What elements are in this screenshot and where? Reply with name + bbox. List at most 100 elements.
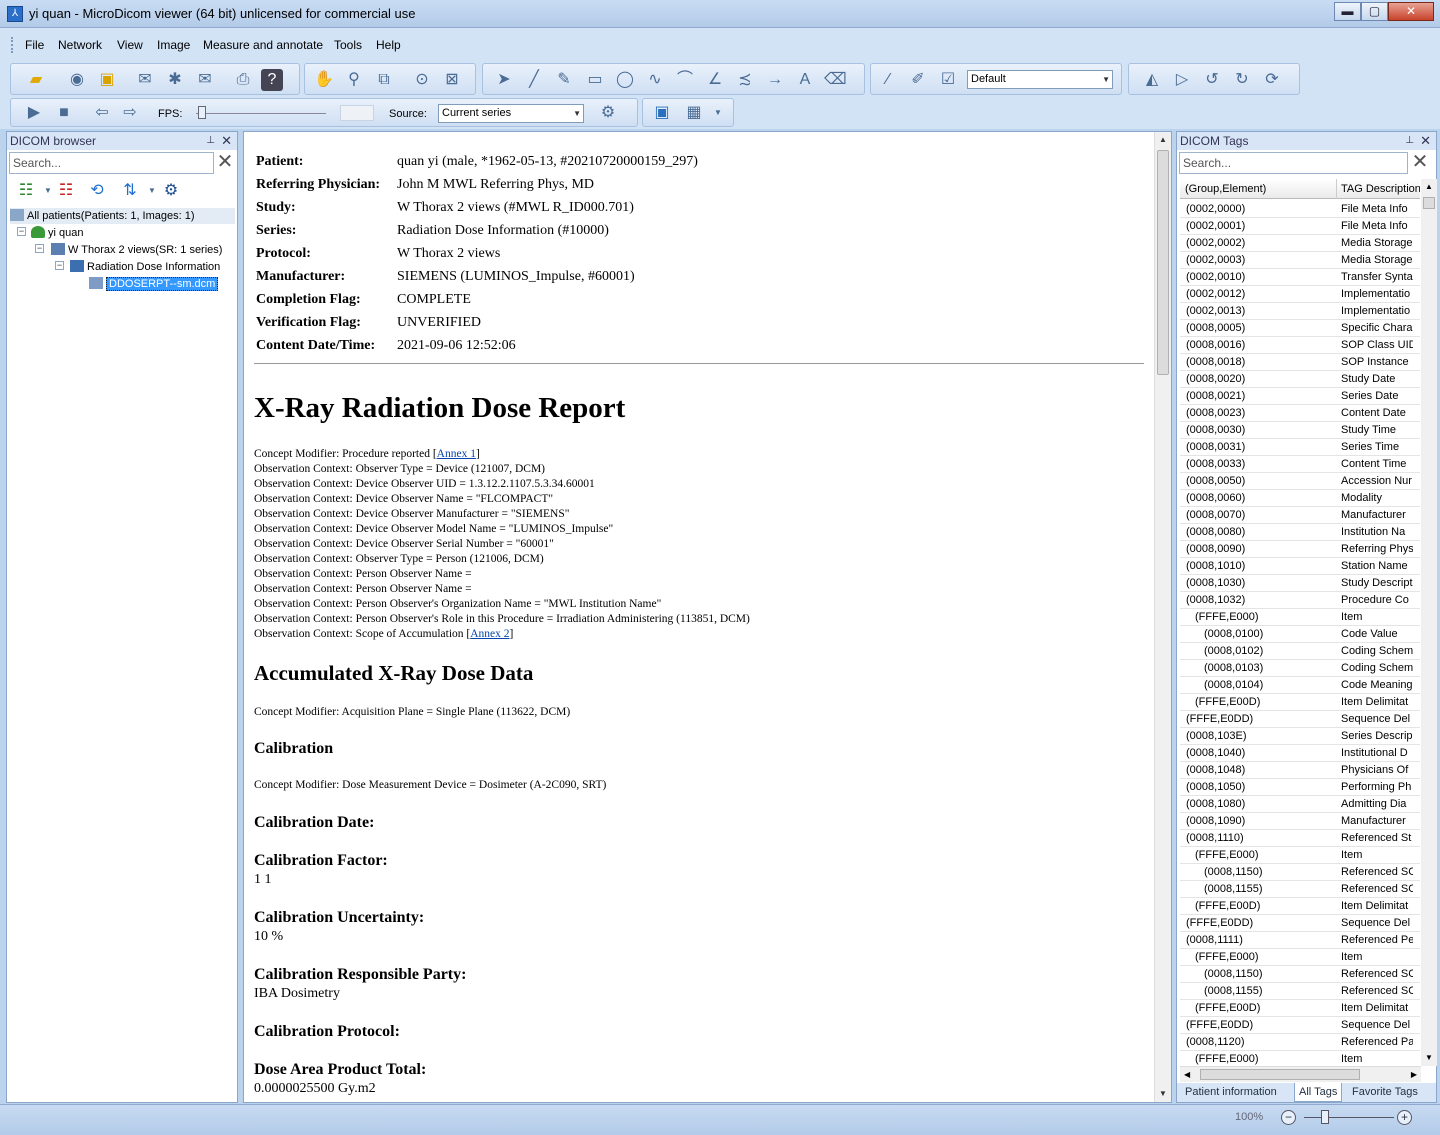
tags-vertical-scrollbar[interactable]: ▲ ▼: [1421, 179, 1437, 1066]
scroll-thumb[interactable]: [1423, 197, 1435, 209]
table-row[interactable]: (0008,1155) Referenced SC: [1180, 881, 1420, 898]
settings-gear-icon[interactable]: ⚙: [160, 180, 182, 202]
actual-size-icon[interactable]: ⊙: [411, 69, 433, 91]
film-icon[interactable]: ✱: [164, 69, 186, 91]
tab-all-tags[interactable]: All Tags: [1294, 1083, 1343, 1102]
pan-hand-icon[interactable]: ✋: [313, 69, 335, 91]
column-tag-description[interactable]: TAG Description: [1336, 179, 1420, 199]
table-row[interactable]: (FFFE,E000) Item: [1180, 1051, 1420, 1066]
maximize-button[interactable]: ▢: [1361, 2, 1388, 21]
open-dicomdir-icon[interactable]: ▣: [96, 69, 118, 91]
menu-image[interactable]: Image: [157, 38, 190, 52]
previous-icon[interactable]: ⇦: [91, 102, 113, 124]
table-row[interactable]: (0002,0010) Transfer Synta: [1180, 269, 1420, 286]
scroll-left-icon[interactable]: ◀: [1184, 1067, 1190, 1082]
eraser-icon[interactable]: ⌫: [824, 69, 847, 91]
menu-file[interactable]: File: [25, 38, 44, 52]
menubar-grip[interactable]: [11, 37, 14, 53]
table-row[interactable]: (0008,0060) Modality: [1180, 490, 1420, 507]
clear-search-icon[interactable]: ✕: [215, 152, 235, 174]
table-row[interactable]: (0008,0104) Code Meaning: [1180, 677, 1420, 694]
preset-select[interactable]: Default ▼: [967, 70, 1113, 89]
tab-favorite-tags[interactable]: Favorite Tags: [1352, 1086, 1418, 1098]
collapse-icon[interactable]: −: [17, 227, 26, 236]
table-row[interactable]: (0008,0100) Code Value: [1180, 626, 1420, 643]
fps-slider-thumb[interactable]: [198, 106, 206, 119]
settings-gear-icon[interactable]: ⚙: [597, 102, 619, 124]
table-row[interactable]: (0008,1150) Referenced SC: [1180, 966, 1420, 983]
scroll-right-icon[interactable]: ▶: [1411, 1067, 1417, 1082]
line-style-icon[interactable]: ⁄: [877, 69, 899, 91]
fps-value-field[interactable]: [340, 105, 374, 121]
scroll-down-icon[interactable]: ▼: [1421, 1050, 1437, 1066]
flip-vertical-icon[interactable]: ▷: [1171, 69, 1193, 91]
table-row[interactable]: (0008,1111) Referenced Pe: [1180, 932, 1420, 949]
help-icon[interactable]: ?: [261, 69, 283, 91]
table-row[interactable]: (0008,1040) Institutional D: [1180, 745, 1420, 762]
table-row[interactable]: (FFFE,E00D) Item Delimitat: [1180, 1000, 1420, 1017]
zoom-out-icon[interactable]: −: [1281, 1110, 1296, 1125]
table-row[interactable]: (0008,1050) Performing Ph: [1180, 779, 1420, 796]
text-icon[interactable]: A: [794, 69, 816, 91]
zoom-slider[interactable]: [1304, 1117, 1394, 1118]
table-row[interactable]: (0008,1090) Manufacturer: [1180, 813, 1420, 830]
clear-search-icon[interactable]: ✕: [1410, 152, 1430, 174]
browser-search-input[interactable]: Search...: [9, 152, 214, 174]
rectangle-icon[interactable]: ▭: [584, 69, 606, 91]
cd-icon[interactable]: ◉: [66, 69, 88, 91]
zoom-in-icon[interactable]: +: [1397, 1110, 1412, 1125]
table-row[interactable]: (FFFE,E000) Item: [1180, 847, 1420, 864]
pen-icon[interactable]: ✎: [553, 69, 575, 91]
fit-window-icon[interactable]: ⊠: [441, 69, 463, 91]
angle-icon[interactable]: ∠: [704, 69, 726, 91]
table-row[interactable]: (0008,0080) Institution Na: [1180, 524, 1420, 541]
table-row[interactable]: (0008,1150) Referenced SC: [1180, 864, 1420, 881]
close-icon[interactable]: ✕: [221, 132, 232, 150]
source-select[interactable]: Current series ▼: [438, 104, 584, 123]
table-row[interactable]: (0008,0030) Study Time: [1180, 422, 1420, 439]
print-icon[interactable]: ⎙: [232, 69, 254, 91]
scroll-up-icon[interactable]: ▲: [1155, 132, 1171, 148]
table-row[interactable]: (0008,0070) Manufacturer: [1180, 507, 1420, 524]
table-row[interactable]: (FFFE,E00D) Item Delimitat: [1180, 898, 1420, 915]
menu-view[interactable]: View: [117, 38, 143, 52]
pin-icon[interactable]: ⊥: [1405, 132, 1414, 150]
scroll-thumb[interactable]: [1157, 150, 1169, 375]
table-row[interactable]: (0008,0090) Referring Phys: [1180, 541, 1420, 558]
table-row[interactable]: (0008,0102) Coding Schem: [1180, 643, 1420, 660]
sort-icon[interactable]: ⇅: [119, 180, 141, 202]
play-icon[interactable]: ▶: [23, 102, 45, 124]
table-row[interactable]: (0008,0016) SOP Class UID: [1180, 337, 1420, 354]
next-icon[interactable]: ⇨: [119, 102, 141, 124]
menu-measure[interactable]: Measure and annotate: [203, 38, 323, 52]
table-row[interactable]: (FFFE,E000) Item: [1180, 609, 1420, 626]
remove-list-icon[interactable]: ☷: [55, 180, 77, 202]
tags-horizontal-scrollbar[interactable]: ◀ ▶: [1180, 1066, 1421, 1082]
table-row[interactable]: (0002,0002) Media Storage: [1180, 235, 1420, 252]
annex-1-link[interactable]: Annex 1: [437, 448, 476, 460]
table-row[interactable]: (0008,1110) Referenced St: [1180, 830, 1420, 847]
table-row[interactable]: (0002,0012) Implementatio: [1180, 286, 1420, 303]
close-button[interactable]: ✕: [1388, 2, 1434, 21]
scroll-up-icon[interactable]: ▲: [1421, 179, 1437, 195]
cobb-angle-icon[interactable]: ≾: [734, 69, 756, 91]
email-icon[interactable]: ✉: [134, 69, 156, 91]
open-folder-icon[interactable]: ▰: [25, 69, 47, 91]
tree-item-patient[interactable]: yi quan: [31, 225, 83, 241]
pointer-icon[interactable]: ➤: [493, 69, 515, 91]
fit-icon[interactable]: ⧉: [373, 69, 395, 91]
table-row[interactable]: (0002,0013) Implementatio: [1180, 303, 1420, 320]
monitor-icon[interactable]: ▣: [651, 102, 673, 124]
column-group-element[interactable]: (Group,Element): [1185, 179, 1266, 199]
collapse-icon[interactable]: −: [35, 244, 44, 253]
table-row[interactable]: (FFFE,E0DD) Sequence Del: [1180, 711, 1420, 728]
table-row[interactable]: (0008,0050) Accession Nur: [1180, 473, 1420, 490]
table-row[interactable]: (0008,0020) Study Date: [1180, 371, 1420, 388]
table-row[interactable]: (FFFE,E0DD) Sequence Del: [1180, 915, 1420, 932]
table-row[interactable]: (0008,0023) Content Date: [1180, 405, 1420, 422]
reset-icon[interactable]: ⟳: [1261, 69, 1283, 91]
table-row[interactable]: (0002,0003) Media Storage: [1180, 252, 1420, 269]
checklist-icon[interactable]: ☑: [937, 69, 959, 91]
table-row[interactable]: (0008,0005) Specific Chara: [1180, 320, 1420, 337]
scroll-down-icon[interactable]: ▼: [1155, 1086, 1171, 1102]
